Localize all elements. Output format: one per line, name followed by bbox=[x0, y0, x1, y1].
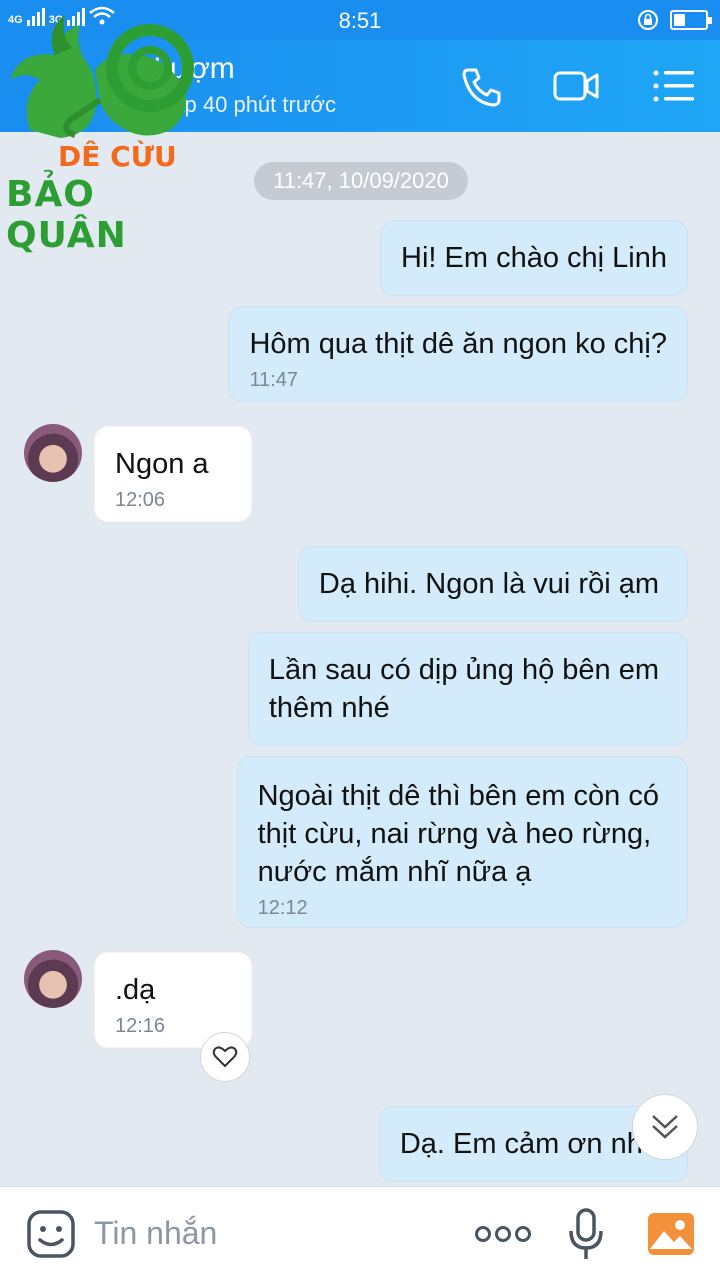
more-icon[interactable] bbox=[474, 1221, 532, 1247]
message-input[interactable]: Tin nhắn bbox=[94, 1215, 217, 1252]
menu-icon[interactable] bbox=[650, 64, 698, 108]
date-separator: 11:47, 10/09/2020 bbox=[254, 162, 468, 200]
image-icon[interactable] bbox=[646, 1209, 696, 1259]
message-text: Hi! Em chào chị Linh bbox=[401, 242, 667, 274]
message-text-line: nước mắm nhĩ nữa ạ bbox=[257, 856, 532, 888]
message-text: .dạ bbox=[115, 974, 156, 1006]
message-bubble-outgoing[interactable]: Dạ hihi. Ngon là vui rồi ạm bbox=[297, 546, 688, 622]
message-bubble-incoming[interactable]: Ngon a 12:06 bbox=[94, 426, 252, 522]
heart-icon bbox=[212, 1046, 238, 1067]
message-bubble-outgoing[interactable]: Hôm qua thịt dê ăn ngon ko chị? 11:47 bbox=[228, 306, 688, 402]
battery-icon bbox=[670, 10, 712, 30]
logo-text-bottom: BẢO QUÂN bbox=[6, 174, 127, 256]
message-input-bar: Tin nhắn bbox=[0, 1186, 720, 1280]
emoji-icon[interactable] bbox=[26, 1209, 76, 1259]
logo-text-top: DÊ CỪU bbox=[58, 140, 177, 173]
double-chevron-down-icon bbox=[652, 1115, 678, 1139]
microphone-icon[interactable] bbox=[566, 1207, 606, 1263]
message-text-line: thịt cừu, nai rừng và heo rừng, bbox=[257, 818, 652, 850]
message-text: Ngon a bbox=[115, 448, 209, 480]
scroll-to-bottom-button[interactable] bbox=[632, 1094, 698, 1160]
message-text: Dạ hihi. Ngon là vui rồi ạm bbox=[318, 568, 659, 600]
message-text-line: Lần sau có dịp ủng hộ bên em bbox=[268, 654, 659, 686]
message-time: 12:12 bbox=[257, 897, 308, 919]
phone-icon[interactable] bbox=[458, 64, 506, 108]
message-text: Hôm qua thịt dê ăn ngon ko chị? bbox=[249, 328, 667, 360]
contact-avatar[interactable] bbox=[24, 424, 82, 482]
message-bubble-outgoing[interactable]: Hi! Em chào chị Linh bbox=[380, 220, 688, 296]
message-text-line: Ngoài thịt dê thì bên em còn có bbox=[257, 780, 659, 812]
battery-level bbox=[674, 14, 685, 26]
brand-logo: DÊ CỪU BẢO QUÂN bbox=[0, 10, 220, 256]
goat-logo-icon bbox=[10, 15, 194, 138]
react-heart-button[interactable] bbox=[200, 1032, 250, 1082]
message-text: Dạ. Em cảm ơn nhé bbox=[399, 1128, 659, 1160]
message-time: 11:47 bbox=[249, 369, 299, 391]
status-right bbox=[636, 8, 712, 32]
rotation-lock-icon bbox=[638, 10, 658, 30]
contact-avatar[interactable] bbox=[24, 950, 82, 1008]
message-time: 12:06 bbox=[115, 489, 166, 511]
message-bubble-outgoing[interactable]: Lần sau có dịp ủng hộ bên em thêm nhé bbox=[247, 632, 688, 746]
video-call-icon[interactable] bbox=[552, 64, 600, 108]
message-text-line: thêm nhé bbox=[268, 692, 390, 724]
message-bubble-outgoing[interactable]: Ngoài thịt dê thì bên em còn có thịt cừu… bbox=[236, 756, 688, 928]
